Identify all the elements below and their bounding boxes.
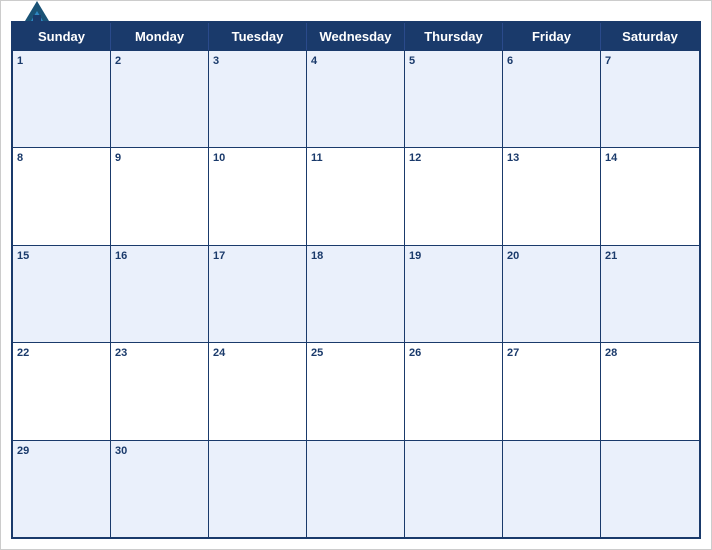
day-header-wednesday: Wednesday bbox=[307, 23, 405, 50]
day-cell-2-6: 21 bbox=[601, 246, 699, 342]
day-cell-0-2: 3 bbox=[209, 51, 307, 147]
day-header-monday: Monday bbox=[111, 23, 209, 50]
day-cell-2-0: 15 bbox=[13, 246, 111, 342]
day-cell-4-0: 29 bbox=[13, 441, 111, 537]
day-number-18: 18 bbox=[311, 249, 400, 264]
day-header-sunday: Sunday bbox=[13, 23, 111, 50]
week-row-5: 29 30 bbox=[13, 440, 699, 537]
day-cell-3-2: 24 bbox=[209, 343, 307, 439]
logo-icon bbox=[21, 0, 53, 25]
week-row-4: 22 23 24 25 26 27 28 bbox=[13, 342, 699, 439]
day-cell-1-0: 8 bbox=[13, 148, 111, 244]
day-cell-0-0: 1 bbox=[13, 51, 111, 147]
day-cell-2-5: 20 bbox=[503, 246, 601, 342]
week-row-3: 15 16 17 18 19 20 21 bbox=[13, 245, 699, 342]
day-number-23: 23 bbox=[115, 346, 204, 361]
logo-wrapper bbox=[21, 0, 57, 25]
day-number-27: 27 bbox=[507, 346, 596, 361]
day-number-30: 30 bbox=[115, 444, 204, 459]
day-number-6: 6 bbox=[507, 54, 596, 69]
day-cell-1-2: 10 bbox=[209, 148, 307, 244]
day-number-12: 12 bbox=[409, 151, 498, 166]
day-cell-2-3: 18 bbox=[307, 246, 405, 342]
day-cell-3-6: 28 bbox=[601, 343, 699, 439]
day-number-19: 19 bbox=[409, 249, 498, 264]
day-cell-1-3: 11 bbox=[307, 148, 405, 244]
day-number-16: 16 bbox=[115, 249, 204, 264]
day-cell-3-3: 25 bbox=[307, 343, 405, 439]
day-number-22: 22 bbox=[17, 346, 106, 361]
day-cell-4-2 bbox=[209, 441, 307, 537]
day-cell-0-6: 7 bbox=[601, 51, 699, 147]
day-number-10: 10 bbox=[213, 151, 302, 166]
day-number-9: 9 bbox=[115, 151, 204, 166]
day-cell-4-3 bbox=[307, 441, 405, 537]
day-cell-3-4: 26 bbox=[405, 343, 503, 439]
day-cell-4-6 bbox=[601, 441, 699, 537]
day-header-saturday: Saturday bbox=[601, 23, 699, 50]
day-cell-0-3: 4 bbox=[307, 51, 405, 147]
weeks-container: 1234567891011121314151617181920212223242… bbox=[13, 50, 699, 537]
day-number-5: 5 bbox=[409, 54, 498, 69]
day-headers: Sunday Monday Tuesday Wednesday Thursday… bbox=[13, 23, 699, 50]
day-cell-1-6: 14 bbox=[601, 148, 699, 244]
day-number-7: 7 bbox=[605, 54, 695, 69]
day-number-28: 28 bbox=[605, 346, 695, 361]
day-number-11: 11 bbox=[311, 151, 400, 166]
day-cell-3-1: 23 bbox=[111, 343, 209, 439]
week-row-2: 89 10 11 12 13 14 bbox=[13, 147, 699, 244]
day-number-8: 8 bbox=[17, 151, 106, 166]
day-number-2: 2 bbox=[115, 54, 204, 69]
day-number-21: 21 bbox=[605, 249, 695, 264]
day-cell-4-4 bbox=[405, 441, 503, 537]
day-number-20: 20 bbox=[507, 249, 596, 264]
logo-area bbox=[21, 0, 57, 25]
calendar-header bbox=[1, 1, 711, 21]
day-cell-3-5: 27 bbox=[503, 343, 601, 439]
day-cell-4-1: 30 bbox=[111, 441, 209, 537]
day-number-4: 4 bbox=[311, 54, 400, 69]
day-cell-0-1: 2 bbox=[111, 51, 209, 147]
day-number-15: 15 bbox=[17, 249, 106, 264]
day-cell-1-4: 12 bbox=[405, 148, 503, 244]
day-number-14: 14 bbox=[605, 151, 695, 166]
calendar-grid: Sunday Monday Tuesday Wednesday Thursday… bbox=[11, 21, 701, 539]
day-number-13: 13 bbox=[507, 151, 596, 166]
day-cell-2-2: 17 bbox=[209, 246, 307, 342]
day-cell-1-1: 9 bbox=[111, 148, 209, 244]
day-cell-3-0: 22 bbox=[13, 343, 111, 439]
day-number-29: 29 bbox=[17, 444, 106, 459]
day-number-26: 26 bbox=[409, 346, 498, 361]
calendar-container: Sunday Monday Tuesday Wednesday Thursday… bbox=[0, 0, 712, 550]
day-header-thursday: Thursday bbox=[405, 23, 503, 50]
day-cell-2-1: 16 bbox=[111, 246, 209, 342]
day-number-1: 1 bbox=[17, 54, 106, 69]
day-cell-0-5: 6 bbox=[503, 51, 601, 147]
day-number-17: 17 bbox=[213, 249, 302, 264]
day-cell-2-4: 19 bbox=[405, 246, 503, 342]
day-number-24: 24 bbox=[213, 346, 302, 361]
week-row-1: 1234567 bbox=[13, 50, 699, 147]
day-number-3: 3 bbox=[213, 54, 302, 69]
day-cell-1-5: 13 bbox=[503, 148, 601, 244]
day-cell-0-4: 5 bbox=[405, 51, 503, 147]
day-number-25: 25 bbox=[311, 346, 400, 361]
day-header-tuesday: Tuesday bbox=[209, 23, 307, 50]
day-cell-4-5 bbox=[503, 441, 601, 537]
day-header-friday: Friday bbox=[503, 23, 601, 50]
